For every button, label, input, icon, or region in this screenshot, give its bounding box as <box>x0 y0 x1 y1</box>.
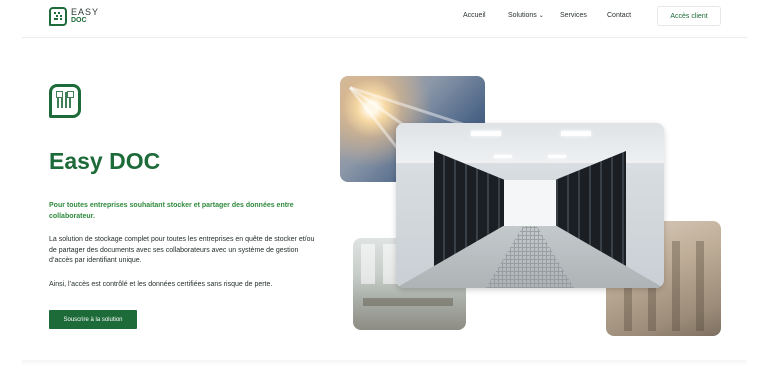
logo-name-line2: DOC <box>71 17 87 24</box>
logo[interactable]: EASY DOC <box>49 7 99 26</box>
logo-text: EASY DOC <box>71 8 99 25</box>
server-room-image <box>396 123 664 288</box>
subscribe-button[interactable]: Souscrire à la solution <box>49 310 137 329</box>
header-divider <box>22 37 747 38</box>
page-title: Easy DOC <box>49 148 161 174</box>
nav-item-contact[interactable]: Contact <box>607 12 631 19</box>
site-header: EASY DOC Accueil Solutions ⌄ Services Con… <box>0 0 761 38</box>
nav-item-accueil[interactable]: Accueil <box>463 12 486 19</box>
hero-description-secondary: Ainsi, l’accès est contrôlé et les donné… <box>49 281 273 288</box>
qr-code-chat-icon <box>49 84 81 118</box>
hero-description: La solution de stockage complet pour tou… <box>49 236 315 264</box>
section-divider <box>22 360 747 366</box>
client-access-button[interactable]: Accès client <box>657 6 721 26</box>
nav-item-solutions[interactable]: Solutions ⌄ <box>508 12 544 19</box>
logo-name-line1: EASY <box>71 7 100 17</box>
nav-item-services[interactable]: Services <box>560 12 587 19</box>
hero-tagline: Pour toutes entreprises souhaitant stock… <box>49 202 294 220</box>
chevron-down-icon: ⌄ <box>538 13 544 19</box>
nav-item-solutions-label: Solutions <box>508 12 537 19</box>
qr-code-chat-icon <box>49 7 67 26</box>
